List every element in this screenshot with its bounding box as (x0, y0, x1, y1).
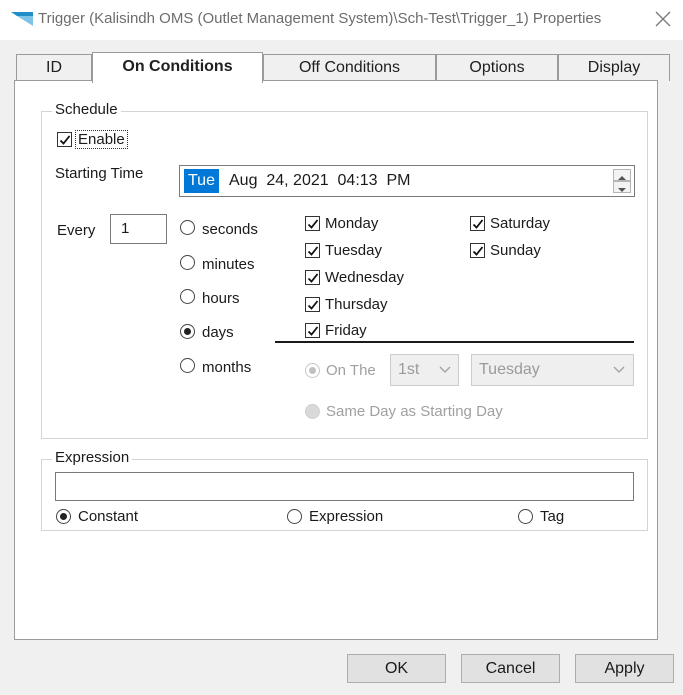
radio-days[interactable] (180, 324, 195, 339)
time-spinner[interactable] (613, 169, 631, 193)
chevron-down-icon (439, 366, 451, 373)
starting-time-value[interactable]: Aug 24, 2021 04:13 PM (229, 169, 410, 193)
radio-same-day[interactable] (305, 404, 320, 419)
on-the-label[interactable]: On The (326, 362, 376, 379)
weekday-select[interactable]: Tuesday (471, 354, 634, 386)
friday-checkbox[interactable] (305, 323, 320, 338)
tag-label[interactable]: Tag (540, 508, 564, 525)
every-label: Every (57, 222, 96, 239)
check-icon (307, 219, 319, 229)
check-icon (59, 135, 71, 145)
check-icon (472, 246, 484, 256)
ordinal-select[interactable]: 1st (390, 354, 459, 386)
radio-selected-dot (309, 367, 316, 374)
starting-time-label: Starting Time (55, 165, 144, 182)
on-conditions-panel: Schedule Enable Starting Time Tue Aug 24… (14, 80, 658, 640)
saturday-checkbox[interactable] (470, 216, 485, 231)
expression-option-label[interactable]: Expression (309, 508, 383, 525)
apply-button[interactable]: Apply (575, 654, 674, 683)
sunday-label[interactable]: Sunday (490, 242, 541, 259)
expression-group-label: Expression (52, 449, 133, 466)
friday-label[interactable]: Friday (325, 322, 367, 339)
tab-off-conditions[interactable]: Off Conditions (263, 54, 436, 81)
minutes-label[interactable]: minutes (202, 256, 255, 273)
monday-label[interactable]: Monday (325, 215, 378, 232)
thursday-checkbox[interactable] (305, 297, 320, 312)
ordinal-value: 1st (398, 361, 420, 378)
window-title: Trigger (Kalisindh OMS (Outlet Managemen… (38, 10, 602, 27)
radio-expression[interactable] (287, 509, 302, 524)
ok-button[interactable]: OK (347, 654, 446, 683)
cancel-button[interactable]: Cancel (461, 654, 560, 683)
starting-time-day[interactable]: Tue (184, 169, 219, 193)
monday-checkbox[interactable] (305, 216, 320, 231)
expression-input[interactable] (55, 472, 634, 501)
radio-hours[interactable] (180, 289, 195, 304)
check-icon (307, 326, 319, 336)
enable-label[interactable]: Enable (75, 130, 128, 149)
radio-minutes[interactable] (180, 255, 195, 270)
check-icon (307, 273, 319, 283)
tab-id[interactable]: ID (16, 54, 92, 81)
check-icon (307, 300, 319, 310)
title-bar: Trigger (Kalisindh OMS (Outlet Managemen… (0, 0, 683, 40)
seconds-label[interactable]: seconds (202, 221, 258, 238)
tab-on-conditions[interactable]: On Conditions (92, 52, 263, 83)
tab-options[interactable]: Options (436, 54, 558, 81)
months-label[interactable]: months (202, 359, 251, 376)
radio-on-the[interactable] (305, 363, 320, 378)
enable-checkbox[interactable] (57, 132, 72, 147)
weekday-value: Tuesday (479, 361, 540, 378)
schedule-group-label: Schedule (52, 101, 121, 118)
constant-label[interactable]: Constant (78, 508, 138, 525)
thursday-label[interactable]: Thursday (325, 296, 388, 313)
tab-display[interactable]: Display (558, 54, 670, 81)
radio-months[interactable] (180, 358, 195, 373)
spin-down-button[interactable] (613, 181, 631, 193)
close-icon[interactable] (654, 10, 672, 28)
wednesday-checkbox[interactable] (305, 270, 320, 285)
sunday-checkbox[interactable] (470, 243, 485, 258)
wednesday-label[interactable]: Wednesday (325, 269, 404, 286)
radio-seconds[interactable] (180, 220, 195, 235)
app-icon (11, 12, 33, 26)
every-value[interactable]: 1 (121, 220, 129, 237)
radio-selected-dot (60, 513, 67, 520)
radio-selected-dot (184, 328, 191, 335)
tuesday-checkbox[interactable] (305, 243, 320, 258)
check-icon (472, 219, 484, 229)
radio-tag[interactable] (518, 509, 533, 524)
radio-constant[interactable] (56, 509, 71, 524)
tuesday-label[interactable]: Tuesday (325, 242, 382, 259)
days-label[interactable]: days (202, 324, 234, 341)
check-icon (307, 246, 319, 256)
weekday-separator (275, 341, 634, 343)
chevron-down-icon (613, 366, 625, 373)
every-input[interactable]: 1 (110, 214, 167, 244)
saturday-label[interactable]: Saturday (490, 215, 550, 232)
starting-time-picker[interactable]: Tue Aug 24, 2021 04:13 PM (179, 165, 635, 197)
spin-up-button[interactable] (613, 169, 631, 181)
hours-label[interactable]: hours (202, 290, 240, 307)
same-day-label[interactable]: Same Day as Starting Day (326, 403, 503, 420)
down-arrow-icon (618, 188, 626, 192)
